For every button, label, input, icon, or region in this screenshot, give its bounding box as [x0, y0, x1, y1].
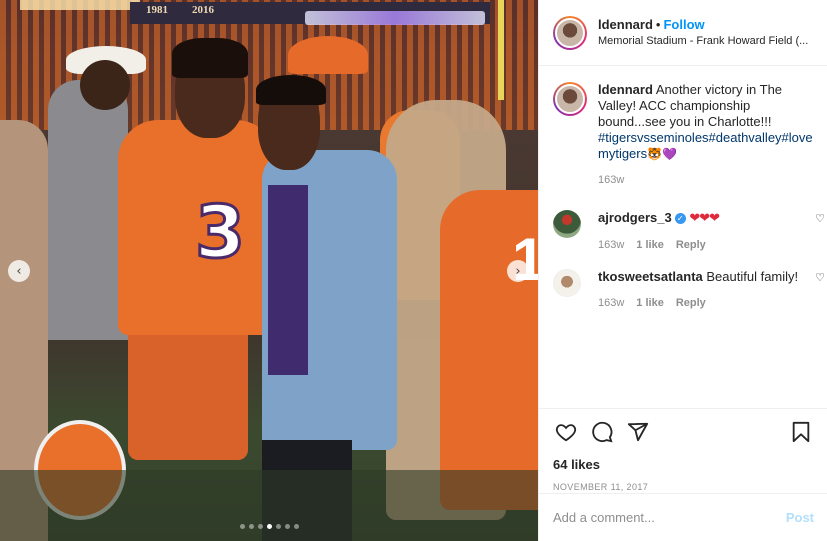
caption: ldennard Another victory in The Valley! …: [553, 82, 813, 188]
author-username[interactable]: ldennard: [598, 17, 653, 32]
carousel-dot: [293, 524, 299, 529]
commenter-username[interactable]: tkosweetsatlanta: [598, 269, 703, 284]
fan-head: [80, 60, 130, 110]
post-photo[interactable]: 1981 2016 1 3 ‹ ›: [0, 0, 538, 541]
carousel-dot: [257, 524, 263, 529]
banner-year-left: 1981: [146, 4, 168, 16]
header-info: ldennard • Follow Memorial Stadium - Frank…: [598, 17, 808, 49]
separator-dot: •: [655, 16, 661, 32]
caption-hashtags[interactable]: #tigersvsseminoles#deathvalley#love myti…: [598, 130, 813, 161]
fan-gray-hoodie: [48, 80, 128, 340]
post-header: ldennard • Follow Memorial Stadium - Frank…: [539, 0, 827, 66]
comment-body: tkosweetsatlanta Beautiful family! 163w …: [598, 269, 813, 311]
add-comment-input[interactable]: [553, 510, 786, 525]
carousel-indicator: [0, 524, 538, 529]
field-grass: [0, 470, 538, 541]
caption-meta: 163w: [598, 172, 813, 188]
share-paper-plane-icon[interactable]: [625, 419, 651, 445]
comments-list: ldennard Another victory in The Valley! …: [539, 66, 827, 406]
carousel-prev-button[interactable]: ‹: [8, 260, 30, 282]
commenter-avatar[interactable]: [553, 269, 581, 297]
comment-item: ajrodgers_3 ✓ ❤❤❤ 163w 1 like Reply ♡: [553, 210, 825, 253]
chevron-right-icon: ›: [515, 263, 521, 279]
goal-post: [498, 0, 504, 100]
commenter-username[interactable]: ajrodgers_3: [598, 210, 672, 225]
caption-username[interactable]: ldennard: [598, 82, 653, 97]
like-comment-heart-icon[interactable]: ♡: [815, 212, 825, 225]
comment-likes[interactable]: 1 like: [636, 295, 664, 311]
post-comment-button[interactable]: Post: [786, 510, 814, 525]
reply-button[interactable]: Reply: [676, 237, 706, 253]
comment-bubble-icon[interactable]: [589, 419, 615, 445]
comment-meta: 163w 1 like Reply: [598, 237, 813, 253]
author-avatar[interactable]: [553, 15, 587, 50]
like-heart-icon[interactable]: [553, 419, 579, 445]
comment-item: tkosweetsatlanta Beautiful family! 163w …: [553, 269, 825, 311]
location-link[interactable]: Memorial Stadium - Frank Howard Field (.…: [598, 33, 808, 49]
avatar-image: [555, 17, 585, 48]
scoreboard-light: [305, 11, 485, 25]
woman-purple-shirt: [268, 185, 308, 375]
post-actions: 64 likes NOVEMBER 11, 2017: [539, 408, 827, 492]
follow-button[interactable]: Follow: [663, 17, 704, 32]
carousel-dot: [284, 524, 290, 529]
verified-badge-icon: ✓: [674, 213, 686, 224]
comment-text: ❤❤❤: [689, 211, 720, 226]
likes-count[interactable]: 64 likes: [553, 457, 814, 472]
comment-time[interactable]: 163w: [598, 237, 624, 253]
like-comment-heart-icon[interactable]: ♡: [815, 271, 825, 284]
caption-emoji: 🐯💜: [647, 147, 678, 161]
player-hair: [172, 38, 248, 78]
commenter-avatar[interactable]: [553, 210, 581, 238]
caption-time[interactable]: 163w: [598, 172, 624, 188]
action-bar: [553, 419, 814, 445]
carousel-next-button[interactable]: ›: [507, 260, 529, 282]
carousel-dot: [248, 524, 254, 529]
bookmark-icon[interactable]: [788, 419, 814, 445]
comment-likes[interactable]: 1 like: [636, 237, 664, 253]
player-jersey-number: 3: [193, 189, 246, 276]
caption-body: ldennard Another victory in The Valley! …: [598, 82, 813, 188]
stadium-light: [20, 0, 140, 10]
carousel-dot: [266, 524, 272, 529]
woman-hair: [256, 75, 326, 105]
avatar-image: [555, 84, 585, 114]
comment-time[interactable]: 163w: [598, 295, 624, 311]
comment-text: Beautiful family!: [706, 269, 799, 284]
banner-year-right: 2016: [192, 4, 214, 16]
comment-meta: 163w 1 like Reply: [598, 295, 813, 311]
caption-avatar[interactable]: [553, 82, 587, 116]
post-side-panel: ldennard • Follow Memorial Stadium - Frank…: [538, 0, 827, 541]
carousel-dot: [239, 524, 245, 529]
fan-orange-cap: [288, 36, 368, 74]
post-date[interactable]: NOVEMBER 11, 2017: [553, 482, 814, 492]
player-pants: [128, 320, 248, 460]
chevron-left-icon: ‹: [16, 263, 22, 279]
reply-button[interactable]: Reply: [676, 295, 706, 311]
carousel-dot: [275, 524, 281, 529]
add-comment-bar: Post: [539, 493, 827, 541]
comment-body: ajrodgers_3 ✓ ❤❤❤ 163w 1 like Reply: [598, 210, 813, 253]
